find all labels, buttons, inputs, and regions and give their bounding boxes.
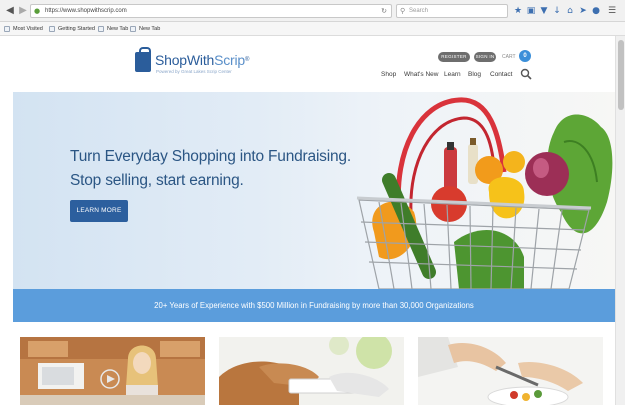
bookmark-icon [98, 26, 104, 32]
pocket-icon[interactable]: ▼ [538, 4, 550, 18]
browser-window: ◀ ▶ ● https://www.shopwithscrip.com ↻ ⚲ … [0, 0, 625, 405]
star-icon[interactable]: ★ [512, 4, 524, 18]
reading-list-icon[interactable]: ▣ [525, 4, 537, 18]
back-icon[interactable]: ◀ [3, 4, 17, 18]
cart-label[interactable]: CART [502, 52, 516, 62]
site-header: ShopWithScrip® Powered by Great Lakes Sc… [13, 36, 615, 92]
stats-banner: 20+ Years of Experience with $500 Millio… [13, 289, 615, 322]
search-icon: ⚲ [400, 7, 406, 15]
cooking-photo [418, 337, 603, 405]
lock-icon: ● [34, 7, 41, 15]
logo-bag-icon[interactable] [135, 47, 151, 72]
nav-contact[interactable]: Contact [490, 70, 512, 80]
scrollbar-thumb[interactable] [618, 40, 624, 110]
logo-main: ShopWith [155, 52, 215, 68]
download-icon[interactable]: ↓ [551, 4, 563, 18]
grocery-basket-image [356, 97, 613, 289]
logo-mark: ® [245, 57, 250, 63]
bookmark-label: New Tab [107, 26, 129, 32]
search-box[interactable]: ⚲ Search [396, 4, 508, 18]
nav-blog[interactable]: Blog [468, 70, 481, 80]
page-scrollbar[interactable] [615, 36, 625, 405]
url-text: https://www.shopwithscrip.com [45, 8, 127, 14]
shopping-hands-photo [219, 337, 404, 405]
reload-icon[interactable]: ↻ [381, 5, 387, 17]
bookmark-new-tab-2[interactable]: New Tab [130, 24, 160, 34]
bookmark-getting-started[interactable]: Getting Started [49, 24, 95, 34]
bookmark-label: New Tab [139, 26, 161, 32]
sign-in-button[interactable]: SIGN IN [474, 52, 496, 62]
hero-section: Turn Everyday Shopping into Fundraising.… [13, 92, 615, 289]
menu-icon[interactable]: ☰ [606, 4, 618, 18]
bookmark-icon [4, 26, 10, 32]
bookmark-label: Most Visited [13, 26, 43, 32]
address-bar[interactable]: ● https://www.shopwithscrip.com ↻ [30, 4, 392, 18]
forward-icon[interactable]: ▶ [16, 4, 30, 18]
bookmark-icon [49, 26, 55, 32]
hero-subheadline: Stop selling, start earning. [70, 172, 244, 189]
bookmark-most-visited[interactable]: Most Visited [4, 24, 43, 34]
feature-card-2[interactable] [219, 337, 404, 405]
feature-card-1[interactable] [20, 337, 205, 405]
site-search-icon[interactable] [520, 68, 532, 80]
nav-shop[interactable]: Shop [381, 70, 396, 80]
bookmark-icon [130, 26, 136, 32]
firefox-account-icon[interactable]: ● [590, 4, 602, 18]
send-icon[interactable]: ➤ [577, 4, 589, 18]
stats-banner-text: 20+ Years of Experience with $500 Millio… [154, 301, 474, 310]
cart-count-badge[interactable]: 0 [519, 50, 531, 62]
logo-tagline: Powered by Great Lakes Scrip Center [156, 69, 232, 74]
kitchen-photo [20, 337, 205, 405]
home-icon[interactable]: ⌂ [564, 4, 576, 18]
nav-whats-new[interactable]: What's New [404, 70, 438, 80]
learn-more-button[interactable]: LEARN MORE [70, 200, 128, 222]
browser-toolbar: ◀ ▶ ● https://www.shopwithscrip.com ↻ ⚲ … [0, 0, 625, 22]
nav-learn[interactable]: Learn [444, 70, 461, 80]
register-button[interactable]: REGISTER [438, 52, 470, 62]
hero-headline: Turn Everyday Shopping into Fundraising. [70, 148, 351, 165]
site-logo[interactable]: ShopWithScrip® [155, 52, 249, 68]
feature-card-3[interactable] [418, 337, 603, 405]
search-placeholder: Search [409, 8, 429, 14]
bookmark-label: Getting Started [58, 26, 95, 32]
logo-accent: Scrip [214, 52, 246, 68]
bookmark-new-tab[interactable]: New Tab [98, 24, 128, 34]
bookmarks-bar: Most Visited Getting Started New Tab New… [0, 22, 625, 36]
